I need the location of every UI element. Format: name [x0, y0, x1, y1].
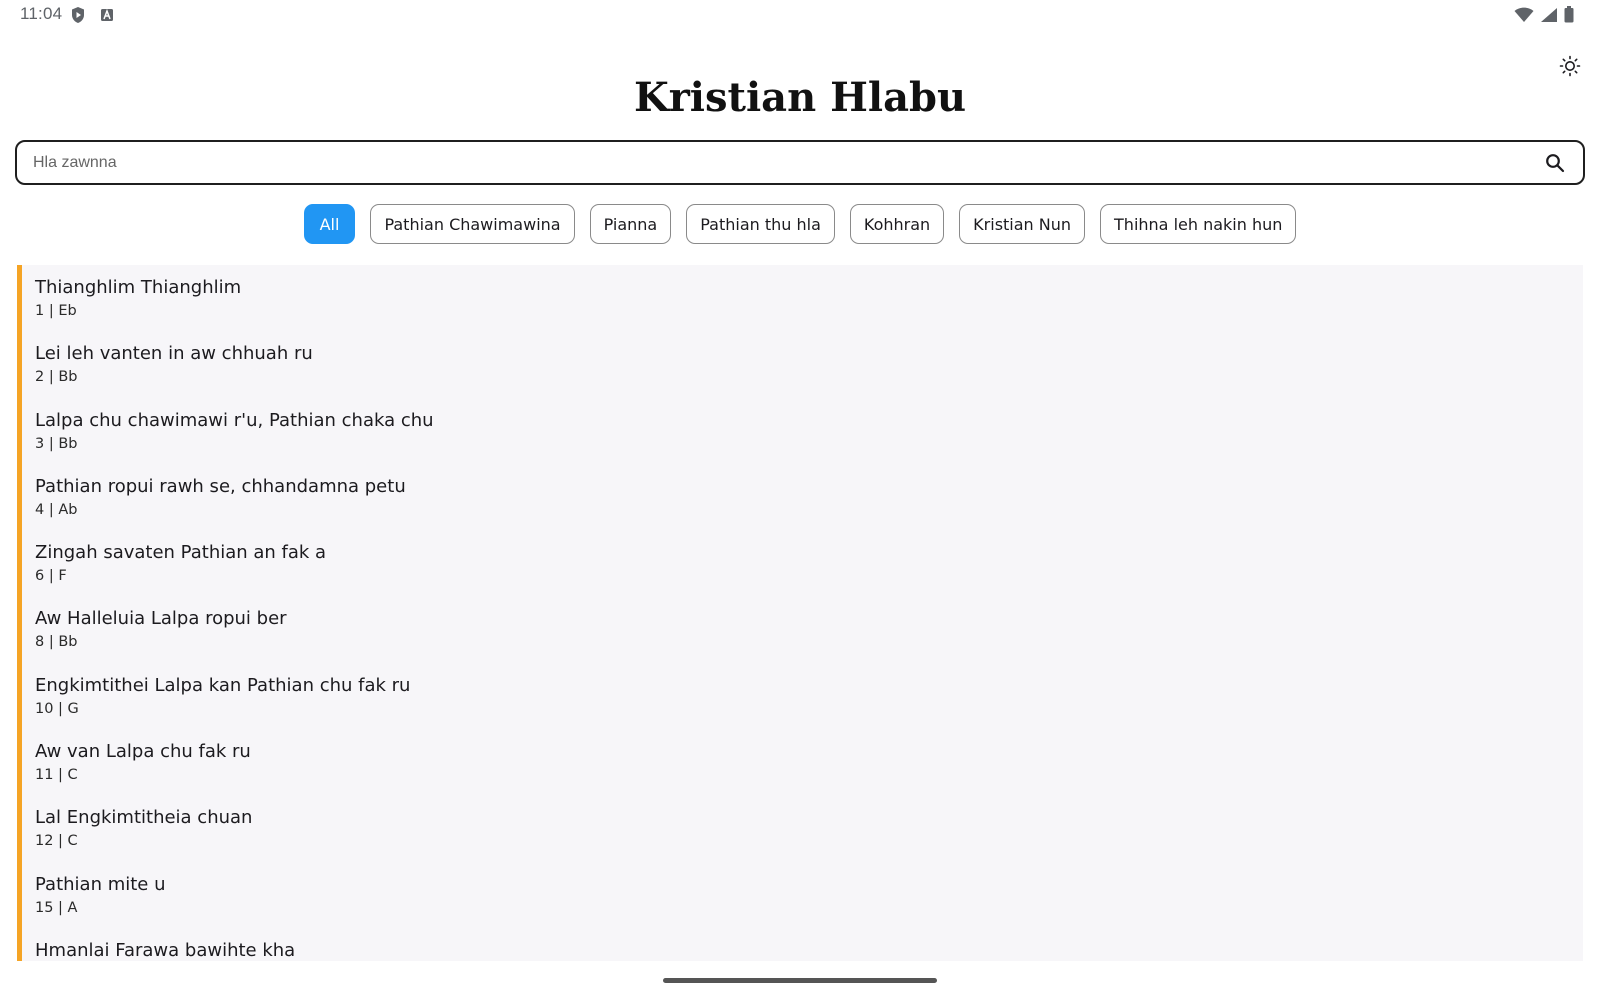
song-list-item[interactable]: Pathian ropui rawh se, chhandamna petu 4… — [22, 475, 1583, 541]
filter-chip-pathian-chawimawina[interactable]: Pathian Chawimawina — [370, 204, 575, 244]
song-list-item[interactable]: Engkimtithei Lalpa kan Pathian chu fak r… — [22, 674, 1583, 740]
filter-chip-pathian-thu-hla[interactable]: Pathian thu hla — [686, 204, 835, 244]
song-number-key: 3 | Bb — [35, 435, 78, 452]
song-list-item[interactable]: Aw van Lalpa chu fak ru 11 | C — [22, 740, 1583, 806]
song-title: Thianghlim Thianghlim — [35, 277, 242, 298]
keyboard-a-icon — [100, 8, 114, 27]
shield-icon — [70, 6, 86, 29]
song-number-key: 15 | A — [35, 899, 78, 916]
song-title: Aw van Lalpa chu fak ru — [35, 741, 251, 763]
song-number-key: 11 | C — [35, 767, 78, 784]
filter-chip-pianna[interactable]: Pianna — [589, 204, 672, 244]
song-list-item[interactable]: Lal Engkimtitheia chuan 12 | C — [22, 806, 1583, 872]
song-list-item[interactable]: Aw Halleluia Lalpa ropui ber 8 | Bb — [22, 607, 1583, 673]
song-number-key: 6 | F — [35, 568, 67, 585]
song-title: Aw Halleluia Lalpa ropui ber — [35, 608, 287, 630]
status-time: 11:04 — [20, 4, 63, 23]
search-icon[interactable] — [1543, 151, 1567, 175]
wifi-icon — [1514, 7, 1534, 28]
song-list-item[interactable]: Hmanlai Farawa bawihte kha — [22, 939, 1583, 961]
status-right-icons — [1514, 6, 1574, 28]
song-number-key: 2 | Bb — [35, 369, 78, 386]
song-title: Zingah savaten Pathian an fak a — [35, 542, 327, 564]
filter-chip-kohhran[interactable]: Kohhran — [849, 204, 945, 244]
search-bar[interactable] — [15, 140, 1585, 185]
song-title: Lei leh vanten in aw chhuah ru — [35, 343, 313, 365]
song-title: Pathian ropui rawh se, chhandamna petu — [35, 475, 406, 497]
app-title: Kristian Hlabu — [633, 74, 967, 121]
song-list-item[interactable]: Zingah savaten Pathian an fak a 6 | F — [22, 541, 1583, 607]
song-title: Lal Engkimtitheia chuan — [35, 807, 253, 829]
signal-icon — [1540, 7, 1558, 28]
song-title: Hmanlai Farawa bawihte kha — [35, 939, 296, 961]
filter-chip-all[interactable]: All — [303, 204, 356, 244]
song-list-item[interactable]: Lei leh vanten in aw chhuah ru 2 | Bb — [22, 342, 1583, 408]
search-input[interactable] — [33, 153, 1543, 172]
song-number-key: 8 | Bb — [35, 634, 78, 651]
song-list-item[interactable]: Thianghlim Thianghlim 1 | Eb — [22, 276, 1583, 342]
filter-chip-kristian-nun[interactable]: Kristian Nun — [959, 204, 1086, 244]
song-number-key: 1 | Eb — [35, 303, 77, 319]
song-list-panel: Thianghlim Thianghlim 1 | Eb Lei leh van… — [17, 265, 1583, 961]
song-number-key: 10 | G — [35, 700, 79, 717]
song-title: Engkimtithei Lalpa kan Pathian chu fak r… — [35, 674, 411, 696]
status-bar: 11:04 — [0, 0, 1600, 30]
song-number-key: 4 | Ab — [35, 501, 78, 518]
song-list-item[interactable]: Lalpa chu chawimawi r'u, Pathian chaka c… — [22, 409, 1583, 475]
filter-chip-thihna-leh-nakin-hun[interactable]: Thihna leh nakin hun — [1100, 204, 1297, 244]
song-number-key: 12 | C — [35, 833, 78, 850]
battery-icon — [1564, 6, 1574, 28]
song-title: Lalpa chu chawimawi r'u, Pathian chaka c… — [35, 409, 434, 431]
category-filter-chips: All Pathian Chawimawina Pianna Pathian t… — [0, 204, 1600, 244]
song-list-item[interactable]: Pathian mite u 15 | A — [22, 873, 1583, 939]
home-indicator[interactable] — [663, 978, 937, 983]
status-left-icons — [70, 6, 114, 29]
song-list: Thianghlim Thianghlim 1 | Eb Lei leh van… — [22, 265, 1583, 961]
song-title: Pathian mite u — [35, 873, 166, 895]
